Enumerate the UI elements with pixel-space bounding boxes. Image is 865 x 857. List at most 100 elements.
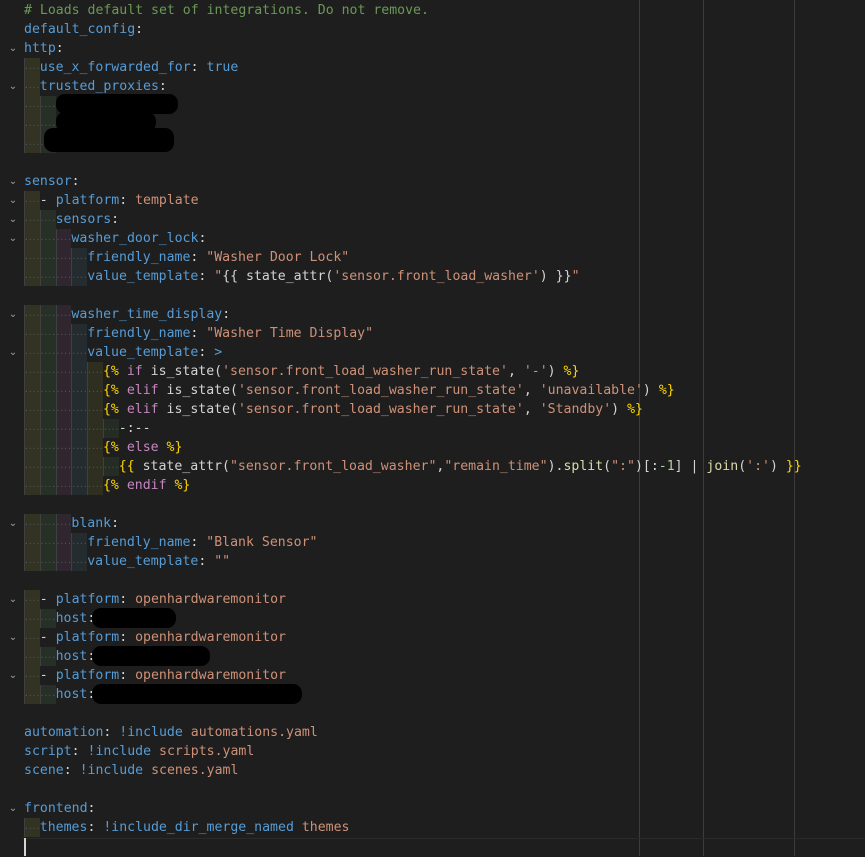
indent-guide bbox=[87, 438, 103, 459]
code-line[interactable]: {% if is_state('sensor.front_load_washer… bbox=[0, 362, 865, 383]
code-line[interactable]: {% else %} bbox=[0, 438, 865, 459]
chevron-down-icon[interactable]: ⌄ bbox=[6, 229, 20, 248]
code-token: : bbox=[63, 763, 80, 778]
code-line[interactable] bbox=[0, 704, 865, 723]
code-line[interactable]: # Loads default set of integrations. Do … bbox=[0, 1, 865, 20]
chevron-down-icon[interactable]: ⌄ bbox=[6, 305, 20, 324]
code-editor[interactable]: # Loads default set of integrations. Do … bbox=[0, 0, 865, 856]
code-line[interactable]: scene: !include scenes.yaml bbox=[0, 761, 865, 780]
indent-guide bbox=[55, 229, 72, 250]
code-line[interactable]: friendly_name: "Washer Time Display" bbox=[0, 324, 865, 345]
indent-guide bbox=[71, 400, 88, 421]
chevron-down-icon[interactable]: ⌄ bbox=[6, 590, 20, 609]
code-line[interactable]: ⌄- platform: openhardwaremonitor bbox=[0, 666, 865, 687]
indent-guide bbox=[24, 647, 40, 668]
code-token: " bbox=[214, 269, 223, 284]
code-line[interactable]: value_template: "{{ state_attr('sensor.f… bbox=[0, 267, 865, 288]
code-line[interactable]: ⌄washer_time_display: bbox=[0, 305, 865, 326]
code-token: platform bbox=[55, 630, 120, 645]
code-line[interactable] bbox=[0, 495, 865, 514]
indent-guide bbox=[55, 362, 72, 383]
chevron-down-icon[interactable]: ⌄ bbox=[6, 77, 20, 96]
code-line[interactable]: ⌄blank: bbox=[0, 514, 865, 535]
chevron-down-icon[interactable]: ⌄ bbox=[6, 799, 20, 818]
code-token: "sensor.front_load_washer" bbox=[229, 459, 437, 474]
code-token: - bbox=[39, 592, 56, 607]
code-line[interactable]: friendly_name: "Washer Door Lock" bbox=[0, 248, 865, 269]
code-token: {% bbox=[102, 440, 119, 455]
code-line[interactable] bbox=[0, 153, 865, 172]
code-token: host bbox=[55, 611, 88, 626]
indent-guide bbox=[24, 115, 40, 136]
chevron-down-icon[interactable]: ⌄ bbox=[6, 666, 20, 685]
code-token: scenes.yaml bbox=[143, 763, 239, 778]
code-line[interactable] bbox=[0, 286, 865, 305]
code-line[interactable]: {% endif %} bbox=[0, 476, 865, 497]
indent-guide bbox=[24, 628, 40, 649]
code-line[interactable]: ⌄- platform: openhardwaremonitor bbox=[0, 590, 865, 611]
code-token: !include_dir_merge_named bbox=[103, 820, 294, 835]
indent-guide bbox=[24, 134, 40, 155]
indent-guide bbox=[39, 343, 56, 364]
code-line[interactable]: ⌄ sensor: bbox=[0, 172, 865, 191]
indent-guide bbox=[24, 419, 40, 440]
code-line[interactable] bbox=[0, 780, 865, 799]
chevron-down-icon[interactable]: ⌄ bbox=[6, 39, 20, 58]
code-token: " bbox=[571, 269, 580, 284]
current-line-highlight bbox=[22, 838, 865, 857]
code-token: washer_time_display bbox=[71, 307, 223, 322]
code-line[interactable]: -:-- bbox=[0, 419, 865, 440]
code-text: sensors: bbox=[24, 210, 119, 231]
code-line[interactable] bbox=[0, 571, 865, 590]
code-text: washer_door_lock: bbox=[24, 229, 206, 250]
code-text: friendly_name: "Blank Sensor" bbox=[24, 533, 317, 554]
code-text: - platform: openhardwaremonitor bbox=[24, 666, 286, 687]
code-token: %} bbox=[174, 478, 191, 493]
code-line[interactable]: ⌄ http: bbox=[0, 39, 865, 58]
code-text bbox=[24, 96, 56, 117]
code-token: : bbox=[135, 22, 144, 37]
code-text: {% endif %} bbox=[24, 476, 191, 497]
code-token: : bbox=[55, 41, 64, 56]
code-text: friendly_name: "Washer Door Lock" bbox=[24, 248, 349, 269]
code-line[interactable]: ⌄value_template: > bbox=[0, 343, 865, 364]
chevron-down-icon[interactable]: ⌄ bbox=[6, 172, 20, 191]
code-token: ( bbox=[738, 459, 747, 474]
chevron-down-icon[interactable]: ⌄ bbox=[6, 514, 20, 533]
text-cursor bbox=[24, 838, 26, 856]
chevron-down-icon[interactable]: ⌄ bbox=[6, 210, 20, 229]
code-line[interactable]: ⌄- platform: openhardwaremonitor bbox=[0, 628, 865, 649]
code-line[interactable]: ⌄washer_door_lock: bbox=[0, 229, 865, 250]
indent-guide bbox=[55, 438, 72, 459]
chevron-down-icon[interactable]: ⌄ bbox=[6, 628, 20, 647]
code-text: sensor: bbox=[24, 172, 80, 191]
code-token: washer_door_lock bbox=[71, 231, 199, 246]
code-token: 'sensor.front_load_washer_run_state' bbox=[237, 402, 524, 417]
code-token: %} bbox=[658, 383, 675, 398]
code-text: washer_time_display: bbox=[24, 305, 230, 326]
code-line[interactable]: ⌄ frontend: bbox=[0, 799, 865, 818]
code-line[interactable]: script: !include scripts.yaml bbox=[0, 742, 865, 761]
code-text: automation: !include automations.yaml bbox=[24, 723, 318, 742]
code-token: {% bbox=[102, 478, 119, 493]
chevron-down-icon[interactable]: ⌄ bbox=[6, 191, 20, 210]
chevron-down-icon[interactable]: ⌄ bbox=[6, 343, 20, 362]
code-token: blank bbox=[71, 516, 112, 531]
code-line[interactable]: {% elif is_state('sensor.front_load_wash… bbox=[0, 400, 865, 421]
indent-guide bbox=[87, 362, 103, 383]
code-line[interactable]: use_x_forwarded_for: true bbox=[0, 58, 865, 79]
code-line[interactable]: automation: !include automations.yaml bbox=[0, 723, 865, 742]
code-line[interactable]: ⌄sensors: bbox=[0, 210, 865, 231]
code-line[interactable]: friendly_name: "Blank Sensor" bbox=[0, 533, 865, 554]
code-line[interactable]: value_template: "" bbox=[0, 552, 865, 573]
indent-guide bbox=[24, 96, 40, 117]
indent-guide bbox=[39, 685, 56, 706]
code-line[interactable]: default_config: bbox=[0, 20, 865, 39]
code-line[interactable]: themes: !include_dir_merge_named themes bbox=[0, 818, 865, 839]
code-text: value_template: > bbox=[24, 343, 222, 364]
code-line[interactable]: {{ state_attr("sensor.front_load_washer"… bbox=[0, 457, 865, 478]
code-line[interactable]: {% elif is_state('sensor.front_load_wash… bbox=[0, 381, 865, 402]
code-line[interactable]: ⌄- platform: template bbox=[0, 191, 865, 212]
code-token: state_attr( bbox=[134, 459, 230, 474]
code-token: state_attr( bbox=[246, 269, 334, 284]
